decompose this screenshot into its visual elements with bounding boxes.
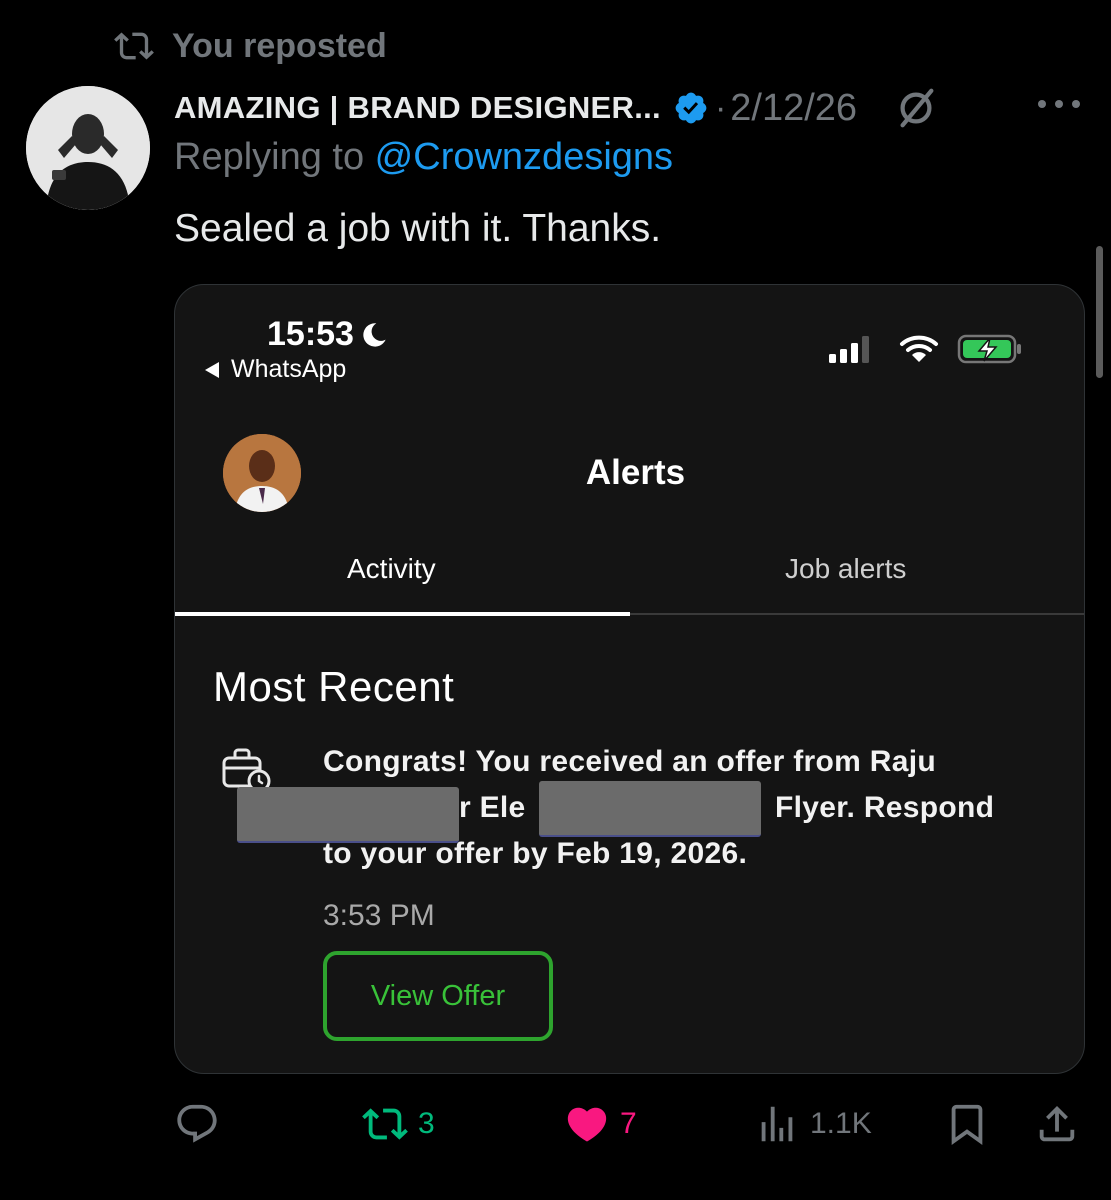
repost-banner: You reposted <box>112 26 387 66</box>
bookmark-button[interactable] <box>944 1096 990 1152</box>
moon-icon <box>363 322 386 347</box>
tweet-media-image[interactable]: 15:53 WhatsApp Alerts Activity Job alert… <box>174 284 1085 1074</box>
repost-icon <box>362 1108 408 1140</box>
views-icon <box>761 1106 793 1142</box>
back-app-label: WhatsApp <box>231 355 347 383</box>
repost-icon <box>114 32 154 60</box>
reply-icon <box>177 1104 217 1143</box>
tweet-actions: 3 7 1.1K <box>174 1096 1084 1152</box>
view-offer-button: View Offer <box>323 951 553 1041</box>
signal-icon <box>829 336 869 363</box>
tweet-text: Sealed a job with it. Thanks. <box>174 207 662 250</box>
status-time-text: 15:53 <box>267 315 354 353</box>
repost-banner-text: You reposted <box>172 26 387 65</box>
tab-job-alerts: Job alerts <box>785 553 907 584</box>
share-icon <box>1039 1105 1075 1142</box>
replying-to-label: Replying to <box>174 136 375 178</box>
like-button[interactable]: 7 <box>564 1096 637 1152</box>
battery-charging-icon <box>957 334 1021 364</box>
replying-to-handle[interactable]: @Crownzdesigns <box>375 136 673 178</box>
bookmark-icon <box>951 1104 983 1145</box>
author-avatar[interactable] <box>26 86 150 210</box>
repost-button[interactable]: 3 <box>362 1096 435 1152</box>
redaction-box <box>539 781 761 837</box>
like-count: 7 <box>620 1107 637 1140</box>
like-icon <box>567 1107 607 1142</box>
views-count: 1.1K <box>810 1107 872 1140</box>
reply-button[interactable] <box>174 1096 220 1152</box>
separator-dot: · <box>714 88 727 127</box>
section-title: Most Recent <box>213 663 455 710</box>
author-display-name[interactable]: AMAZING | BRAND DESIGNER... <box>174 90 661 126</box>
notification-line-2-part-1: r Ele <box>459 791 526 824</box>
notification-time: 3:53 PM <box>323 899 435 932</box>
share-button[interactable] <box>1034 1096 1080 1152</box>
alerts-page-title: Alerts <box>585 453 686 492</box>
back-arrow-icon <box>205 361 219 378</box>
notification-line-1: Congrats! You received an offer from Raj… <box>323 745 936 778</box>
scrollbar[interactable] <box>1096 246 1103 378</box>
repost-count: 3 <box>418 1107 435 1140</box>
status-bar-time: 15:53 <box>267 315 388 354</box>
notification-line-2-part-2: Flyer. Respond <box>775 791 995 824</box>
tweet-header: AMAZING | BRAND DESIGNER... · 2/12/26 <box>174 80 1084 136</box>
post-date[interactable]: 2/12/26 <box>730 87 857 130</box>
verified-badge-icon <box>675 92 707 124</box>
status-icons <box>827 333 1023 365</box>
wifi-icon <box>900 335 938 362</box>
active-tab-indicator <box>175 612 630 616</box>
back-to-app: WhatsApp <box>205 355 346 384</box>
alerts-tabs: Activity Job alerts <box>175 543 1084 616</box>
more-icon[interactable] <box>1034 92 1084 116</box>
replying-to: Replying to @Crownzdesigns <box>174 136 673 179</box>
views-button[interactable]: 1.1K <box>754 1096 872 1152</box>
grok-icon[interactable] <box>893 85 939 131</box>
redaction-box <box>237 787 459 843</box>
tab-activity: Activity <box>347 553 436 584</box>
